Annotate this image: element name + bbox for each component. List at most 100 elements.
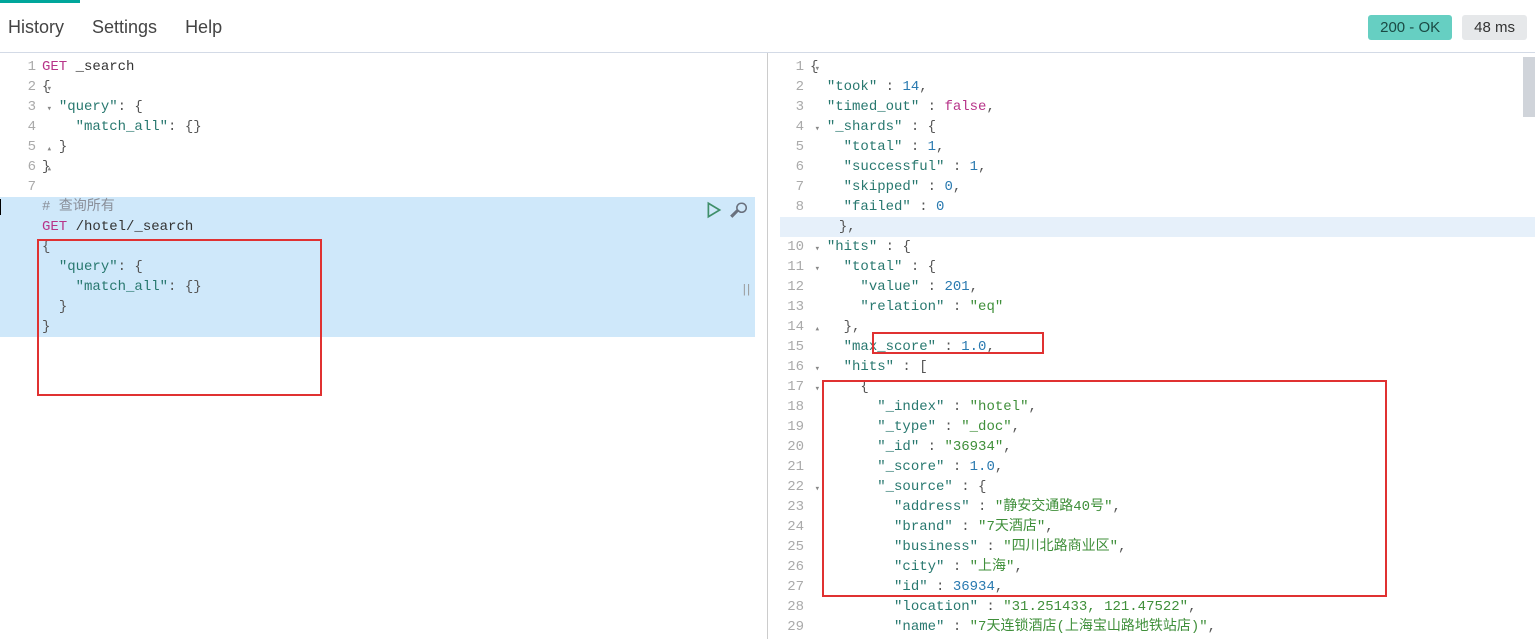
code-line[interactable]: }	[0, 317, 755, 337]
menu-history[interactable]: History	[8, 17, 64, 38]
code-line[interactable]: "hits" : [	[810, 357, 1523, 377]
code-line[interactable]: }	[0, 297, 755, 317]
menu-help[interactable]: Help	[185, 17, 222, 38]
token: : {}	[168, 119, 202, 135]
request-editor[interactable]: 12▾3▾45▴6▴78910▾11▾1213▴14▴ GET _search{…	[0, 53, 768, 639]
token: ,	[1188, 599, 1196, 615]
line-number: 14▴	[768, 317, 810, 337]
token: :	[944, 399, 969, 415]
token: 36934	[953, 579, 995, 595]
token: GET	[42, 59, 67, 75]
play-icon[interactable]	[705, 201, 723, 219]
code-line[interactable]: "match_all": {}	[42, 117, 755, 137]
code-line[interactable]: },	[810, 317, 1523, 337]
code-line[interactable]: # 查询所有	[0, 197, 755, 217]
token: "successful"	[844, 159, 945, 175]
code-line[interactable]: {	[810, 377, 1523, 397]
code-line[interactable]: "_source" : {	[810, 477, 1523, 497]
wrench-icon[interactable]	[729, 201, 747, 219]
token: 1	[928, 139, 936, 155]
token: }	[42, 319, 50, 335]
code-line[interactable]: }	[42, 157, 755, 177]
code-line[interactable]: "address" : "静安交通路40号",	[810, 497, 1523, 517]
code-line[interactable]: GET _search	[42, 57, 755, 77]
scrollbar-thumb[interactable]	[1523, 57, 1535, 117]
code-line[interactable]: "id" : 36934,	[810, 577, 1523, 597]
code-line[interactable]: GET /hotel/_search	[0, 217, 755, 237]
code-line[interactable]: "city" : "上海",	[810, 557, 1523, 577]
response-code[interactable]: { "took" : 14, "timed_out" : false, "_sh…	[810, 57, 1523, 637]
code-line[interactable]: "location" : "31.251433, 121.47522",	[810, 597, 1523, 617]
pane-divider-handle[interactable]: ||	[735, 280, 755, 300]
code-line[interactable]: "name" : "7天连锁酒店(上海宝山路地铁站店)",	[810, 617, 1523, 637]
token	[810, 119, 827, 135]
token: : {	[118, 259, 143, 275]
code-line[interactable]: {	[0, 237, 755, 257]
code-line[interactable]: "took" : 14,	[810, 77, 1523, 97]
line-number: 21	[768, 457, 810, 477]
code-line[interactable]: "brand" : "7天酒店",	[810, 517, 1523, 537]
response-viewer[interactable]: 1▾234▾56789▴10▾11▾121314▴1516▾17▾1819202…	[768, 53, 1535, 639]
token	[42, 99, 59, 115]
code-line[interactable]: "query": {	[0, 257, 755, 277]
code-line[interactable]: },	[780, 217, 1535, 237]
token: :	[953, 519, 978, 535]
code-line[interactable]: }	[42, 137, 755, 157]
token	[42, 139, 59, 155]
token: :	[928, 579, 953, 595]
token: {	[810, 59, 818, 75]
token	[42, 299, 59, 315]
token: "total"	[844, 259, 903, 275]
code-line[interactable]: "skipped" : 0,	[810, 177, 1523, 197]
token: "failed"	[844, 199, 911, 215]
scrollbar[interactable]	[1523, 57, 1535, 639]
code-line[interactable]: {	[810, 57, 1523, 77]
token: :	[944, 459, 969, 475]
code-line[interactable]: "_score" : 1.0,	[810, 457, 1523, 477]
token: : [	[894, 359, 928, 375]
token: :	[919, 179, 944, 195]
code-line[interactable]: "total" : 1,	[810, 137, 1523, 157]
code-line[interactable]: "value" : 201,	[810, 277, 1523, 297]
code-line[interactable]: "timed_out" : false,	[810, 97, 1523, 117]
line-number: 4	[0, 117, 42, 137]
code-line[interactable]: "max_score" : 1.0,	[810, 337, 1523, 357]
code-line[interactable]: "_shards" : {	[810, 117, 1523, 137]
token: "_source"	[877, 479, 953, 495]
line-number: 3	[768, 97, 810, 117]
token: "business"	[894, 539, 978, 555]
code-line[interactable]: "business" : "四川北路商业区",	[810, 537, 1523, 557]
token	[67, 59, 75, 75]
token: : {	[902, 259, 936, 275]
menu-settings[interactable]: Settings	[92, 17, 157, 38]
token: :	[919, 279, 944, 295]
code-line[interactable]: "successful" : 1,	[810, 157, 1523, 177]
code-line[interactable]: "_id" : "36934",	[810, 437, 1523, 457]
code-line[interactable]: "total" : {	[810, 257, 1523, 277]
line-number: 12	[768, 277, 810, 297]
code-line[interactable]: "_type" : "_doc",	[810, 417, 1523, 437]
token: ,	[919, 79, 927, 95]
request-code[interactable]: GET _search{ "query": { "match_all": {} …	[42, 57, 755, 337]
code-line[interactable]	[42, 177, 755, 197]
token	[810, 399, 877, 415]
token: "_id"	[877, 439, 919, 455]
code-line[interactable]: "relation" : "eq"	[810, 297, 1523, 317]
token: },	[844, 319, 861, 335]
line-number: 18	[768, 397, 810, 417]
code-line[interactable]: "hits" : {	[810, 237, 1523, 257]
token	[810, 599, 894, 615]
code-line[interactable]: "_index" : "hotel",	[810, 397, 1523, 417]
token: :	[944, 299, 969, 315]
token: "location"	[894, 599, 978, 615]
token: 14	[902, 79, 919, 95]
token: "静安交通路40号"	[995, 499, 1113, 515]
token: "max_score"	[844, 339, 936, 355]
code-line[interactable]: "failed" : 0	[810, 197, 1523, 217]
code-line[interactable]: "query": {	[42, 97, 755, 117]
token	[810, 379, 860, 395]
line-number: 5	[768, 137, 810, 157]
code-line[interactable]: {	[42, 77, 755, 97]
token: :	[911, 199, 936, 215]
code-line[interactable]: "match_all": {}	[0, 277, 755, 297]
